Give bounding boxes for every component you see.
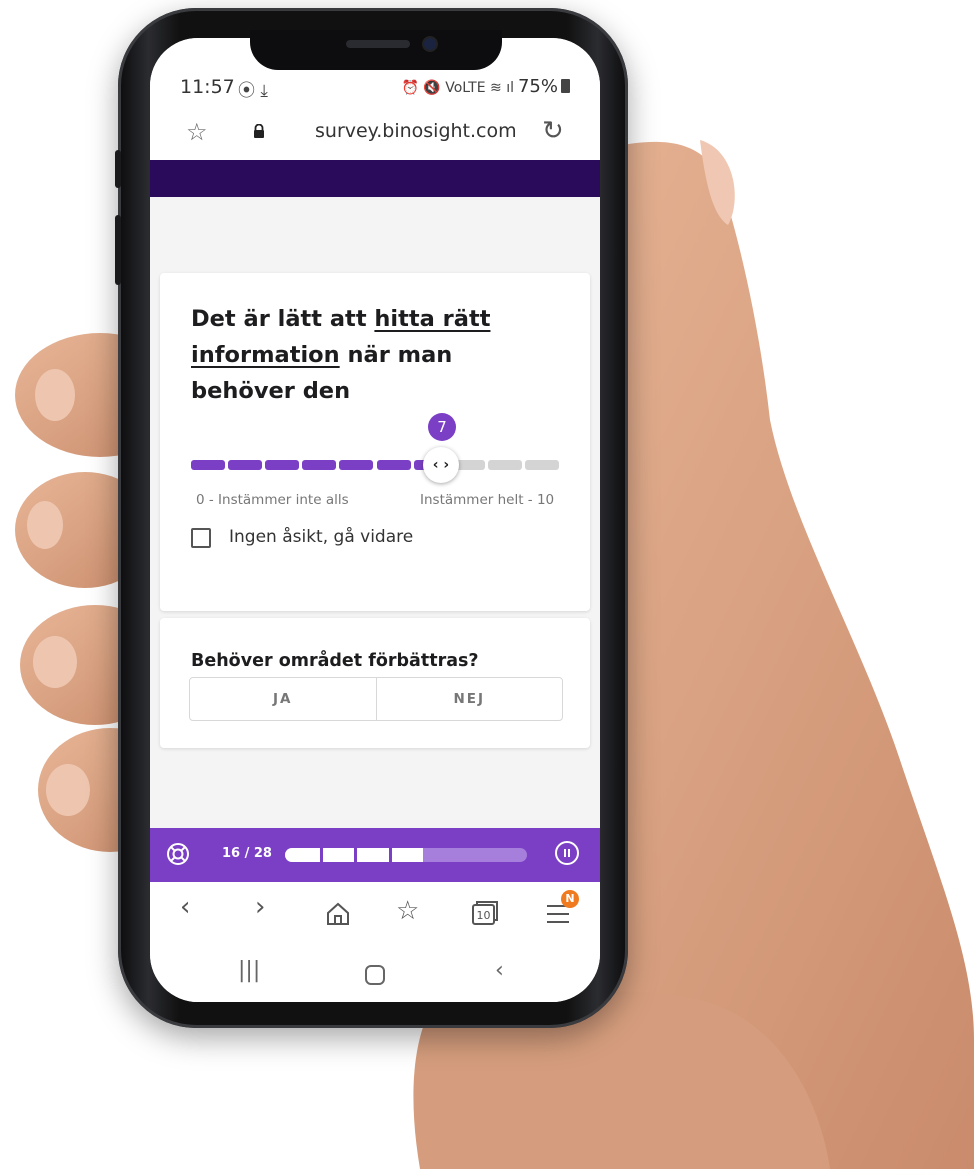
- back-icon[interactable]: ‹: [180, 892, 190, 922]
- scale-min-label: 0 - Instämmer inte alls: [196, 492, 349, 508]
- slider-segment: [339, 460, 374, 470]
- slider-segment: [302, 460, 337, 470]
- slider-segment: [376, 460, 411, 470]
- question-card-2: Behöver området förbättras? JA NEJ: [160, 618, 590, 748]
- reload-icon[interactable]: ↻: [542, 116, 564, 146]
- browser-bottom-toolbar: ‹ › ☆ 10 N: [150, 882, 600, 944]
- slider-value-bubble: 7: [428, 413, 456, 441]
- slider-segment: [228, 460, 263, 470]
- phone-side-button: [115, 150, 121, 188]
- android-navigation-bar: ||| ‹: [150, 944, 600, 1002]
- phone-screen: 11:57 ⦿ ⤓ ⏰ 🔇 VoLTE ≋ ıl 75% ☆ survey.bin…: [150, 38, 600, 1002]
- forward-icon[interactable]: ›: [255, 892, 265, 922]
- slider-segment: [191, 460, 226, 470]
- status-right-icons: ⏰ 🔇 VoLTE ≋ ıl: [401, 80, 514, 96]
- question-card-1: Det är lätt att hitta rätt information n…: [160, 273, 590, 611]
- status-left-icons: ⦿ ⤓: [238, 81, 268, 101]
- battery-icon: [561, 79, 570, 93]
- battery-level: 75%: [517, 76, 558, 97]
- progress-tick: [354, 848, 358, 862]
- menu-notification-badge: N: [561, 890, 579, 908]
- question-1-text: Det är lätt att hitta rätt information n…: [191, 301, 561, 409]
- no-opinion-label[interactable]: Ingen åsikt, gå vidare: [229, 527, 413, 547]
- scale-max-label: Instämmer helt - 10: [420, 492, 555, 508]
- progress-track: [285, 848, 527, 862]
- progress-count: 16 / 28: [222, 846, 272, 861]
- bookmarks-icon[interactable]: ☆: [396, 896, 419, 926]
- question-1-text-start: Det är lätt att: [191, 306, 375, 332]
- progress-tick: [388, 848, 392, 862]
- recent-apps-icon[interactable]: |||: [238, 958, 260, 983]
- speaker-grille: [346, 40, 410, 48]
- help-lifebuoy-icon[interactable]: [166, 842, 190, 866]
- tabs-icon[interactable]: 10: [470, 898, 500, 928]
- phone-notch: [250, 30, 502, 70]
- slider-segment: [487, 460, 522, 470]
- yes-no-toggle: JA NEJ: [189, 677, 563, 721]
- status-right: ⏰ 🔇 VoLTE ≋ ıl 75%: [401, 76, 570, 97]
- browser-url-bar: ☆ survey.binosight.com ↻: [150, 108, 600, 160]
- no-opinion-checkbox[interactable]: [191, 528, 211, 548]
- slider-segment: [524, 460, 559, 470]
- front-camera: [424, 38, 436, 50]
- phone-side-button: [115, 215, 121, 285]
- lock-icon: [254, 124, 264, 138]
- progress-tick: [319, 848, 323, 862]
- pause-icon[interactable]: [555, 841, 579, 865]
- rating-slider[interactable]: [191, 460, 559, 470]
- survey-progress-bar: 16 / 28: [150, 828, 600, 882]
- android-home-icon[interactable]: [364, 964, 386, 986]
- bookmark-star-icon[interactable]: ☆: [186, 118, 208, 146]
- question-2-text: Behöver området förbättras?: [191, 651, 479, 671]
- slider-handle[interactable]: ‹ ›: [423, 447, 459, 483]
- yes-button[interactable]: JA: [190, 678, 376, 720]
- android-back-icon[interactable]: ‹: [495, 958, 504, 983]
- survey-header-bar: [150, 160, 600, 197]
- home-icon[interactable]: [324, 900, 352, 928]
- status-time: 11:57: [180, 76, 235, 98]
- slider-segment: [265, 460, 300, 470]
- tab-count: 10: [477, 909, 491, 922]
- url-text[interactable]: survey.binosight.com: [315, 120, 517, 142]
- no-button[interactable]: NEJ: [375, 678, 563, 720]
